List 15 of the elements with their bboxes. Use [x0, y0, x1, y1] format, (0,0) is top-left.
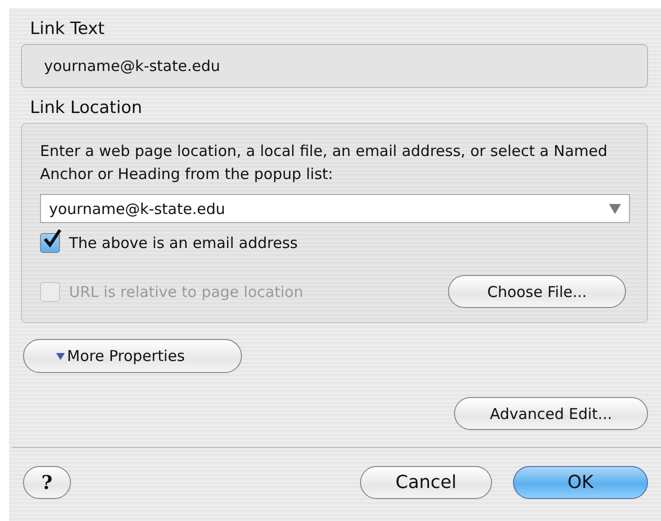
- ok-button[interactable]: OK: [513, 466, 648, 499]
- link-text-field[interactable]: yourname@k-state.edu: [21, 44, 648, 88]
- section-label: Link Location: [30, 98, 144, 118]
- more-properties-button[interactable]: More Properties: [23, 339, 242, 373]
- help-button[interactable]: ?: [23, 466, 71, 499]
- advanced-edit-button[interactable]: Advanced Edit...: [454, 397, 648, 430]
- cancel-button[interactable]: Cancel: [360, 466, 492, 499]
- section-label: Link Text: [30, 19, 106, 39]
- triangle-icon: [56, 352, 65, 360]
- location-combo-field[interactable]: yourname@k-state.edu: [40, 194, 630, 223]
- checkbox-label[interactable]: The above is an email address: [69, 234, 298, 252]
- instructions-text: Enter a web page location, a local file, an email address, or select a Named Anchor or Heading from the popup list:: [40, 141, 608, 185]
- choose-file-button[interactable]: Choose File...: [448, 275, 626, 308]
- dropdown-arrow-icon[interactable]: [609, 204, 621, 214]
- checkbox-label: URL is relative to page location: [69, 282, 304, 300]
